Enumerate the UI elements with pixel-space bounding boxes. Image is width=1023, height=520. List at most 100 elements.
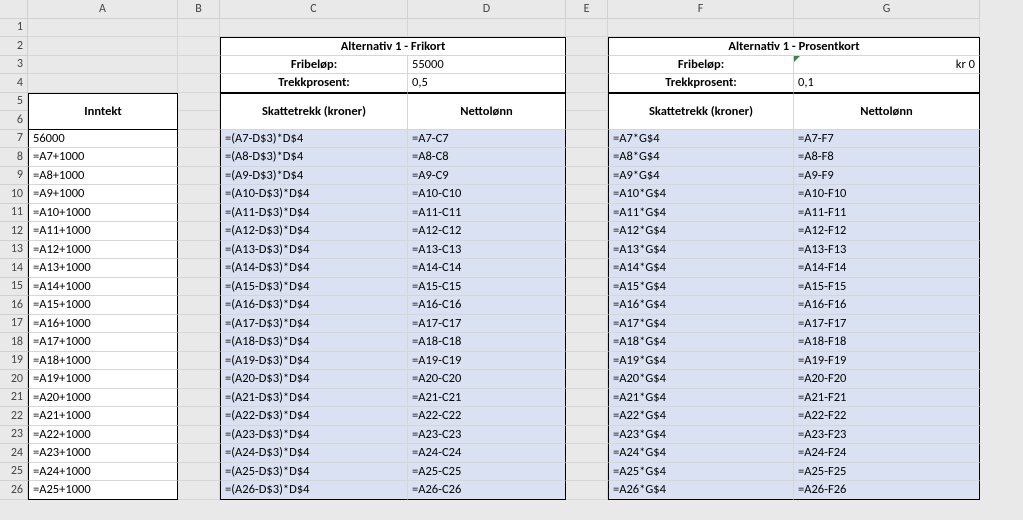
cell-G14[interactable]: =A14-F14 xyxy=(794,259,980,278)
cell-A15[interactable]: =A14+1000 xyxy=(28,278,178,297)
cell-G1[interactable] xyxy=(794,19,980,38)
cell-C15[interactable]: =(A15-D$3)*D$4 xyxy=(220,278,408,297)
row-head-23[interactable]: 23 xyxy=(0,426,28,445)
row-head-25[interactable]: 25 xyxy=(0,463,28,482)
cell-F19[interactable]: =A19*G$4 xyxy=(608,352,794,371)
cell-G7[interactable]: =A7-F7 xyxy=(794,130,980,149)
cell-B26[interactable] xyxy=(178,481,220,500)
cell-F13[interactable]: =A13*G$4 xyxy=(608,241,794,260)
cell-C14[interactable]: =(A14-D$3)*D$4 xyxy=(220,259,408,278)
cell-E21[interactable] xyxy=(566,389,608,408)
cell-B25[interactable] xyxy=(178,463,220,482)
cell-E16[interactable] xyxy=(566,296,608,315)
cell-A1[interactable] xyxy=(28,19,178,38)
row-head-14[interactable]: 14 xyxy=(0,259,28,278)
cell-G12[interactable]: =A12-F12 xyxy=(794,222,980,241)
cell-A25[interactable]: =A24+1000 xyxy=(28,463,178,482)
row-head-17[interactable]: 17 xyxy=(0,315,28,334)
row-head-18[interactable]: 18 xyxy=(0,333,28,352)
cell-D16[interactable]: =A16-C16 xyxy=(408,296,566,315)
cell-D25[interactable]: =A25-C25 xyxy=(408,463,566,482)
cell-A16[interactable]: =A15+1000 xyxy=(28,296,178,315)
cell-B8[interactable] xyxy=(178,148,220,167)
cell-B9[interactable] xyxy=(178,167,220,186)
cell-E23[interactable] xyxy=(566,426,608,445)
cell-G13[interactable]: =A13-F13 xyxy=(794,241,980,260)
cell-B20[interactable] xyxy=(178,370,220,389)
cell-A7[interactable]: 56000 xyxy=(28,130,178,149)
cell-A2[interactable] xyxy=(28,37,178,56)
row-head-8[interactable]: 8 xyxy=(0,148,28,167)
row-head-15[interactable]: 15 xyxy=(0,278,28,297)
cell-B5[interactable] xyxy=(178,93,220,112)
cell-A10[interactable]: =A9+1000 xyxy=(28,185,178,204)
cell-G24[interactable]: =A24-F24 xyxy=(794,444,980,463)
cell-D18[interactable]: =A18-C18 xyxy=(408,333,566,352)
cell-C21[interactable]: =(A21-D$3)*D$4 xyxy=(220,389,408,408)
cell-G8[interactable]: =A8-F8 xyxy=(794,148,980,167)
cell-F15[interactable]: =A15*G$4 xyxy=(608,278,794,297)
cell-C12[interactable]: =(A12-D$3)*D$4 xyxy=(220,222,408,241)
cell-B24[interactable] xyxy=(178,444,220,463)
cell-A21[interactable]: =A20+1000 xyxy=(28,389,178,408)
cell-D12[interactable]: =A12-C12 xyxy=(408,222,566,241)
cell-F1[interactable] xyxy=(608,19,794,38)
row-head-16[interactable]: 16 xyxy=(0,296,28,315)
cell-D15[interactable]: =A15-C15 xyxy=(408,278,566,297)
cell-F20[interactable]: =A20*G$4 xyxy=(608,370,794,389)
cell-D22[interactable]: =A22-C22 xyxy=(408,407,566,426)
cell-E20[interactable] xyxy=(566,370,608,389)
row-head-4[interactable]: 4 xyxy=(0,74,28,93)
cell-E25[interactable] xyxy=(566,463,608,482)
cell-F12[interactable]: =A12*G$4 xyxy=(608,222,794,241)
cell-E1[interactable] xyxy=(566,19,608,38)
cell-A9[interactable]: =A8+1000 xyxy=(28,167,178,186)
cell-G15[interactable]: =A15-F15 xyxy=(794,278,980,297)
cell-C10[interactable]: =(A10-D$3)*D$4 xyxy=(220,185,408,204)
cell-B23[interactable] xyxy=(178,426,220,445)
cell-B10[interactable] xyxy=(178,185,220,204)
cell-B14[interactable] xyxy=(178,259,220,278)
cell-D1[interactable] xyxy=(408,19,566,38)
cell-G21[interactable]: =A21-F21 xyxy=(794,389,980,408)
block1-fribelop-value[interactable]: 55000 xyxy=(408,56,566,75)
cell-F16[interactable]: =A16*G$4 xyxy=(608,296,794,315)
cell-E10[interactable] xyxy=(566,185,608,204)
col-head-B[interactable]: B xyxy=(178,0,220,19)
cell-C20[interactable]: =(A20-D$3)*D$4 xyxy=(220,370,408,389)
cell-A22[interactable]: =A21+1000 xyxy=(28,407,178,426)
cell-E5[interactable] xyxy=(566,93,608,112)
cell-A8[interactable]: =A7+1000 xyxy=(28,148,178,167)
cell-B1[interactable] xyxy=(178,19,220,38)
cell-E6[interactable] xyxy=(566,111,608,130)
cell-E15[interactable] xyxy=(566,278,608,297)
cell-G18[interactable]: =A18-F18 xyxy=(794,333,980,352)
cell-E8[interactable] xyxy=(566,148,608,167)
col-head-G[interactable]: G xyxy=(794,0,980,19)
cell-D9[interactable]: =A9-C9 xyxy=(408,167,566,186)
cell-A24[interactable]: =A23+1000 xyxy=(28,444,178,463)
cell-E2[interactable] xyxy=(566,37,608,56)
row-head-12[interactable]: 12 xyxy=(0,222,28,241)
row-head-9[interactable]: 9 xyxy=(0,167,28,186)
cell-F23[interactable]: =A23*G$4 xyxy=(608,426,794,445)
cell-B3[interactable] xyxy=(178,56,220,75)
cell-B16[interactable] xyxy=(178,296,220,315)
cell-F11[interactable]: =A11*G$4 xyxy=(608,204,794,223)
col-head-E[interactable]: E xyxy=(566,0,608,19)
cell-E4[interactable] xyxy=(566,74,608,93)
row-head-20[interactable]: 20 xyxy=(0,370,28,389)
cell-B17[interactable] xyxy=(178,315,220,334)
cell-F21[interactable]: =A21*G$4 xyxy=(608,389,794,408)
cell-D23[interactable]: =A23-C23 xyxy=(408,426,566,445)
cell-G20[interactable]: =A20-F20 xyxy=(794,370,980,389)
cell-D19[interactable]: =A19-C19 xyxy=(408,352,566,371)
cell-E13[interactable] xyxy=(566,241,608,260)
cell-B13[interactable] xyxy=(178,241,220,260)
cell-F10[interactable]: =A10*G$4 xyxy=(608,185,794,204)
cell-F22[interactable]: =A22*G$4 xyxy=(608,407,794,426)
row-head-10[interactable]: 10 xyxy=(0,185,28,204)
cell-A3[interactable] xyxy=(28,56,178,75)
cell-D11[interactable]: =A11-C11 xyxy=(408,204,566,223)
cell-E18[interactable] xyxy=(566,333,608,352)
